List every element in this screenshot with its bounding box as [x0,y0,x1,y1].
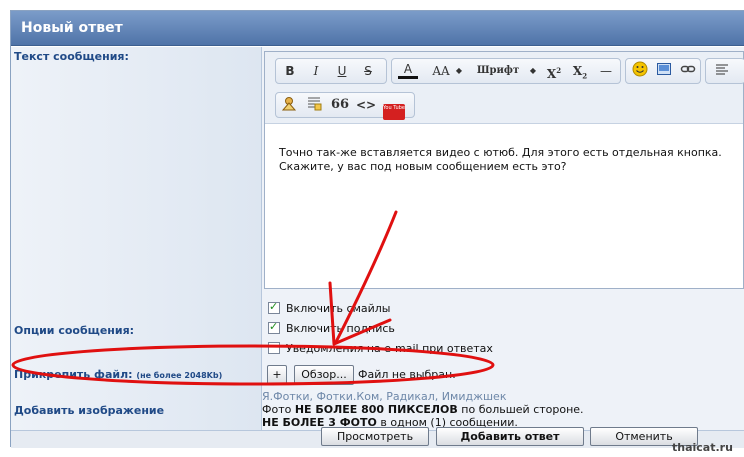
attach-label: Прикрепить файл: [14,368,133,381]
font-size-button[interactable]: AA [426,61,456,81]
submit-reply-button[interactable]: Добавить ответ [436,427,584,446]
image-rule-size: Фото НЕ БОЛЕЕ 800 ПИКСЕЛОВ по большей ст… [262,403,584,416]
smiley-icon[interactable] [630,61,650,81]
label-attach-file: Прикрепить файл: (не более 2048Kb) [11,360,262,390]
insert-group [625,58,701,84]
label-add-image: Добавить изображение [11,390,262,430]
align-left-icon[interactable] [712,61,732,81]
message-line-1: Точно так-же вставляется видео с ютюб. Д… [279,146,722,159]
underline-button[interactable]: U [332,61,352,81]
option-email-notify[interactable]: Уведомления на e-mail при ответах [268,339,493,357]
bold-button[interactable]: B [280,61,300,81]
window-title: Новый ответ [11,11,744,46]
attach-limit: (не более 2048Kb) [136,371,223,380]
checkbox-smilies[interactable] [268,300,280,314]
option-signature[interactable]: Включить подпись [268,319,395,337]
preview-button[interactable]: Просмотреть [321,427,429,446]
font-size-arrows-icon[interactable]: ◆ [454,61,464,81]
format-group: B I U S [275,58,387,84]
attach-cell: + Обзор... Файл не выбран. [262,360,744,390]
italic-button[interactable]: I [306,61,326,81]
option-smilies-label: Включить смайлы [286,301,391,315]
font-name-select[interactable]: Шрифт [472,61,524,81]
image-host-links[interactable]: Я.Фотки, Фотки.Ком, Радикал, Имиджшек [262,390,506,403]
user-tag-icon[interactable] [279,95,299,115]
label-message-text: Текст сообщения: [11,47,262,294]
youtube-button[interactable]: You Tube [382,95,406,120]
add-file-button[interactable]: + [267,365,287,385]
option-smilies[interactable]: Включить смайлы [268,299,390,317]
options-cell: Включить смайлы Включить подпись Уведомл… [262,294,744,360]
label-message-options: Опции сообщения: [11,294,262,360]
horizontal-rule-icon[interactable]: — [596,61,616,81]
font-group: A AA ◆ Шрифт ◆ X2 X2 — [391,58,621,84]
option-signature-label: Включить подпись [286,321,395,335]
reply-form: Новый ответ Текст сообщения: B I U S A A… [10,10,744,448]
extra-group: 66 <> You Tube [275,92,415,120]
checkbox-signature[interactable] [268,320,280,334]
checkbox-email-notify[interactable] [268,342,280,354]
editor-toolbar: B I U S A AA ◆ Шрифт ◆ X2 X2 — 66 <> You… [265,52,744,124]
image-cell: Я.Фотки, Фотки.Ком, Радикал, Имиджшек Фо… [262,390,744,430]
superscript-button[interactable]: X2 [544,61,564,81]
option-email-notify-label: Уведомления на e-mail при ответах [286,341,493,355]
code-button[interactable]: <> [356,95,376,115]
spoiler-icon[interactable] [304,95,324,115]
strike-button[interactable]: S [358,61,378,81]
message-line-2: Скажите, у вас под новым сообщением есть… [279,160,567,173]
image-icon[interactable] [654,61,674,81]
watermark: thaicat.ru [672,441,733,454]
subscript-button[interactable]: X2 [570,61,590,81]
youtube-icon: You Tube [383,104,405,120]
font-name-arrows-icon[interactable]: ◆ [528,61,538,81]
font-color-button[interactable]: A [398,61,418,79]
form-actions: Просмотреть Добавить ответ Отменить [11,427,744,448]
image-rule-size-pre: Фото [262,403,295,416]
message-editor-cell: B I U S A AA ◆ Шрифт ◆ X2 X2 — 66 <> You… [262,47,744,294]
message-editor: B I U S A AA ◆ Шрифт ◆ X2 X2 — 66 <> You… [264,51,744,289]
file-status: Файл не выбран. [358,368,456,381]
align-group [705,58,744,84]
quote-button[interactable]: 66 [330,95,350,115]
image-rule-size-bold: НЕ БОЛЕЕ 800 ПИКСЕЛОВ [294,403,458,416]
message-body[interactable]: Точно так-же вставляется видео с ютюб. Д… [279,146,735,174]
browse-button[interactable]: Обзор... [294,365,354,385]
link-icon[interactable] [678,61,698,81]
image-rule-size-post: по большей стороне. [457,403,584,416]
